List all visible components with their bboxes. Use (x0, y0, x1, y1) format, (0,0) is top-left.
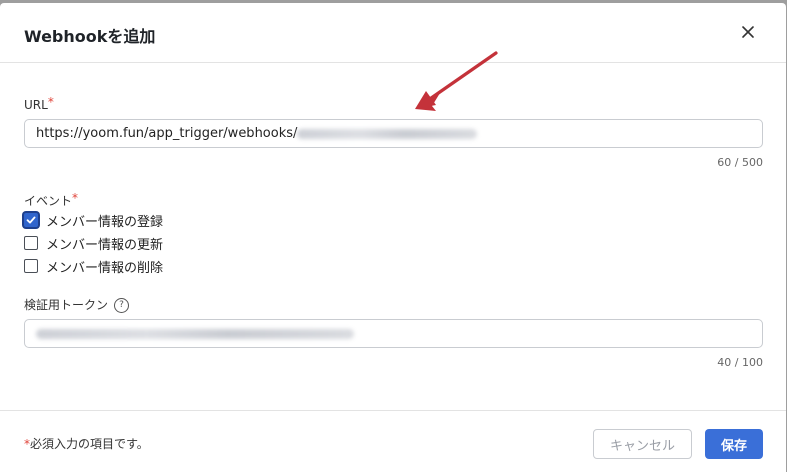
required-note: *必須入力の項目です。 (24, 435, 149, 452)
token-label: 検証用トークン? (24, 296, 130, 313)
url-label: URL* (24, 95, 54, 112)
events-label: イベント* (24, 191, 79, 209)
token-redacted-value (36, 328, 354, 339)
event-option-label: メンバー情報の更新 (46, 237, 164, 253)
checkbox-checked-icon[interactable] (24, 213, 38, 227)
event-option-delete[interactable]: メンバー情報の削除 (24, 257, 164, 276)
events-required-mark: * (72, 191, 79, 205)
dialog-title: Webhookを追加 (24, 27, 156, 46)
token-char-counter: 40 / 100 (717, 356, 763, 369)
event-option-update[interactable]: メンバー情報の更新 (24, 234, 164, 253)
url-redacted-part (297, 128, 478, 139)
event-option-label: メンバー情報の登録 (46, 214, 164, 230)
help-icon[interactable]: ? (114, 298, 130, 313)
event-option-register[interactable]: メンバー情報の登録 (24, 211, 164, 230)
url-required-mark: * (47, 95, 54, 109)
required-note-text: 必須入力の項目です。 (30, 437, 149, 451)
checkbox-unchecked-icon[interactable] (24, 259, 38, 273)
url-input[interactable]: https://yoom.fun/app_trigger/webhooks/ (24, 119, 763, 148)
url-label-text: URL (24, 98, 48, 112)
dialog-header: Webhookを追加 (0, 3, 786, 63)
dialog-footer: *必須入力の項目です。 キャンセル 保存 (0, 410, 786, 472)
save-button[interactable]: 保存 (705, 429, 763, 459)
url-char-counter: 60 / 500 (717, 156, 763, 169)
token-input[interactable] (24, 319, 763, 348)
token-label-text: 検証用トークン (24, 298, 109, 312)
checkbox-unchecked-icon[interactable] (24, 236, 38, 250)
url-value-text: https://yoom.fun/app_trigger/webhooks/ (36, 126, 298, 141)
close-icon[interactable] (741, 25, 755, 39)
event-option-label: メンバー情報の削除 (46, 260, 164, 276)
cancel-button[interactable]: キャンセル (593, 429, 692, 459)
events-label-text: イベント (24, 194, 73, 208)
add-webhook-dialog: Webhookを追加 URL* https://yoom.fun/app_tri… (0, 3, 786, 472)
